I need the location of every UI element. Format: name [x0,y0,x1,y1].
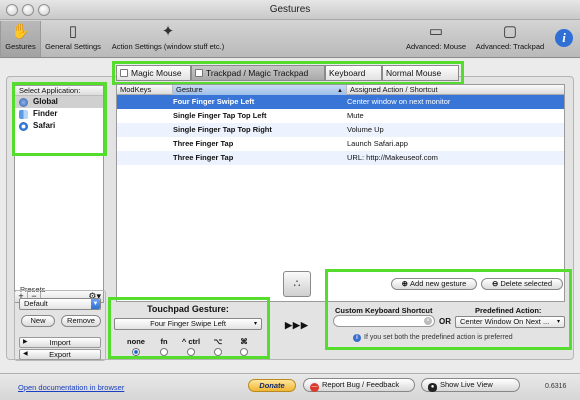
live-view-label: Show Live View [440,380,493,389]
cell-gesture: Three Finger Tap [173,139,234,148]
bottom-bar: Open documentation in browser Donate — Re… [0,373,580,400]
donate-button[interactable]: Donate [248,379,296,392]
cell-action: URL: http://Makeuseof.com [347,153,438,162]
live-view-button[interactable]: ● Show Live View [421,378,520,392]
preset-select[interactable]: Default ▼ [19,298,101,310]
triangle-left-icon: ◀ [23,351,28,357]
version-label: 0.6316 [545,383,567,390]
col-gesture-label: Gesture [176,85,203,94]
highlight-action-panel [325,269,572,350]
documentation-link[interactable]: Open documentation in browser [18,383,124,392]
presets-box: Default ▼ New Remove ▶ Import ◀ Export [14,290,106,361]
table-row[interactable]: Single Finger Tap Top Left Mute [117,109,564,123]
toolbar-action-settings-label: Action Settings (window stuff etc.) [111,42,225,51]
trackpad-icon: ▢ [502,23,518,40]
switch-icon: ▯ [68,23,78,40]
toolbar: ✋ Gestures ▯ General Settings ✦ Action S… [0,20,580,58]
cell-gesture: Single Finger Tap Top Left [173,111,267,120]
cell-action: Launch Safari.app [347,139,408,148]
cell-action: Mute [347,111,364,120]
import-button[interactable]: ▶ Import [19,337,101,348]
report-bug-button[interactable]: — Report Bug / Feedback [303,378,415,392]
toolbar-gestures[interactable]: ✋ Gestures [0,21,41,57]
import-label: Import [49,338,71,347]
highlight-app-list [12,82,107,156]
mouse-icon: ▭ [428,23,444,40]
arrow-right-icon: ▶▶▶ [285,320,309,330]
highlight-touchpad-gesture [108,297,270,359]
cell-action: Volume Up [347,125,384,134]
toolbar-advanced-mouse-label: Advanced: Mouse [405,42,467,51]
stop-icon: — [310,383,319,392]
table-row[interactable]: Three Finger Tap URL: http://Makeuseof.co… [117,151,564,165]
trackpad-dots-icon: ∴ [293,278,301,290]
triangle-right-icon: ▶ [23,339,28,345]
cell-action: Center window on next monitor [347,97,451,106]
cell-gesture: Three Finger Tap [173,153,234,162]
toolbar-advanced-trackpad[interactable]: ▢ Advanced: Trackpad [471,21,549,57]
new-preset-button[interactable]: New [21,315,55,327]
export-label: Export [49,350,71,359]
col-action[interactable]: Assigned Action / Shortcut [347,85,564,95]
remove-preset-button[interactable]: Remove [61,315,101,327]
toolbar-gestures-label: Gestures [5,42,36,51]
toolbar-general-settings-label: General Settings [45,42,101,51]
window-title: Gestures [269,4,311,15]
title-bar: Gestures [0,0,580,20]
col-modkeys[interactable]: ModKeys [117,85,173,95]
export-button[interactable]: ◀ Export [19,349,101,360]
info-icon: i [555,29,573,47]
col-gesture[interactable]: Gesture ▲ [173,85,347,95]
table-header: ModKeys Gesture ▲ Assigned Action / Short… [117,85,564,95]
highlight-segments [112,61,464,85]
preset-select-value: Default [24,299,48,308]
toolbar-advanced-trackpad-label: Advanced: Trackpad [475,42,545,51]
cell-gesture: Single Finger Tap Top Right [173,125,272,134]
toolbar-advanced-mouse[interactable]: ▭ Advanced: Mouse [403,21,469,57]
toolbar-general-settings[interactable]: ▯ General Settings [42,21,104,57]
magic-wand-icon: ✦ [161,23,175,40]
hand-icon: ✋ [11,23,30,40]
gestures-window: Gestures ✋ Gestures ▯ General Settings ✦… [0,0,580,400]
chevron-down-icon: ▼ [91,299,100,309]
table-row[interactable]: Four Finger Swipe Left Center window on n… [117,95,564,109]
record-gesture-button[interactable]: ∴ [283,271,311,297]
cell-gesture: Four Finger Swipe Left [173,97,255,106]
table-row[interactable]: Three Finger Tap Launch Safari.app [117,137,564,151]
toolbar-action-settings[interactable]: ✦ Action Settings (window stuff etc.) [105,21,231,57]
eye-icon: ● [428,383,437,392]
toolbar-info[interactable]: i [552,21,576,57]
report-bug-label: Report Bug / Feedback [322,380,400,389]
main-content: Magic Mouse Trackpad / Magic Trackpad Ke… [0,59,580,400]
table-row[interactable]: Single Finger Tap Top Right Volume Up [117,123,564,137]
